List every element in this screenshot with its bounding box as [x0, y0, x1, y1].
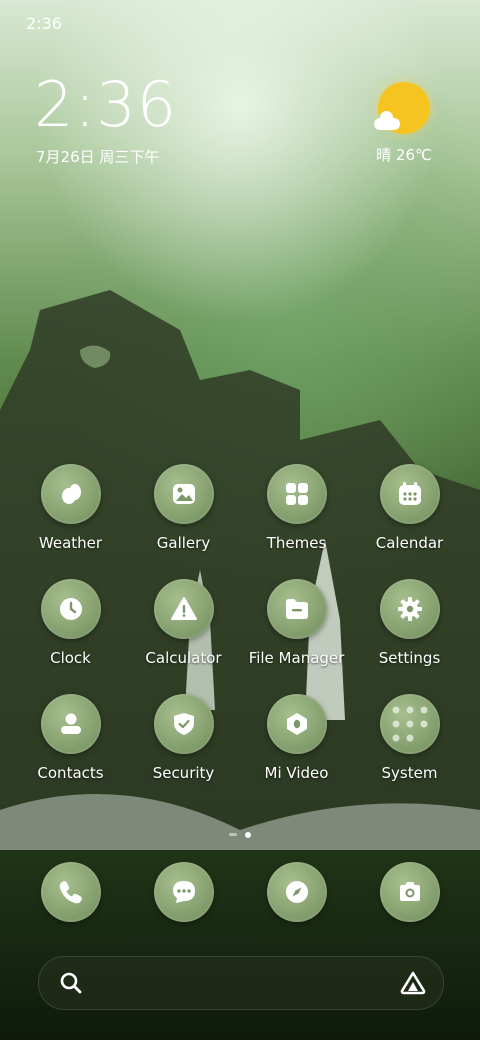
page-indicator-active — [245, 832, 251, 838]
app-file-manager[interactable]: File Manager — [240, 579, 353, 667]
settings-icon — [379, 579, 440, 639]
app-vault-icon[interactable] — [399, 970, 427, 1000]
camera-icon — [379, 862, 440, 922]
sun-cloud-icon — [374, 82, 430, 134]
messages-icon — [153, 862, 214, 922]
app-grid-row: Clock Calculator File Manager Settings — [0, 579, 480, 667]
calculator-icon — [153, 579, 214, 639]
dock-browser[interactable] — [240, 862, 353, 922]
app-label: Clock — [50, 649, 91, 667]
app-label: Themes — [266, 534, 327, 552]
security-icon — [153, 694, 214, 754]
themes-icon — [266, 464, 327, 524]
app-settings[interactable]: Settings — [353, 579, 466, 667]
search-icon[interactable] — [59, 971, 83, 999]
weather-widget[interactable]: 晴 26℃ — [364, 82, 444, 165]
app-grid: Weather Gallery Themes Calendar Clock Ca… — [0, 464, 480, 809]
system-folder-icon — [379, 694, 440, 754]
app-label: Security — [152, 764, 215, 782]
dock-camera[interactable] — [353, 862, 466, 922]
calendar-icon — [379, 464, 440, 524]
app-label: Settings — [378, 649, 441, 667]
dock — [0, 862, 480, 922]
app-contacts[interactable]: Contacts — [14, 694, 127, 782]
app-grid-row: Weather Gallery Themes Calendar — [0, 464, 480, 552]
app-system-folder[interactable]: System — [353, 694, 466, 782]
app-calendar[interactable]: Calendar — [353, 464, 466, 552]
file-manager-icon — [266, 579, 327, 639]
search-bar[interactable] — [38, 956, 444, 1010]
app-label: Mi Video — [264, 764, 329, 782]
clock-widget-date: 7月26日 周三下午 — [36, 148, 160, 166]
dock-messages[interactable] — [127, 862, 240, 922]
clock-icon — [40, 579, 101, 639]
app-security[interactable]: Security — [127, 694, 240, 782]
app-calculator[interactable]: Calculator — [127, 579, 240, 667]
mi-video-icon — [266, 694, 327, 754]
app-label: Calculator — [145, 649, 222, 667]
phone-icon — [40, 862, 101, 922]
weather-temperature: 晴 26℃ — [376, 146, 432, 164]
app-label: System — [381, 764, 438, 782]
gallery-icon — [153, 464, 214, 524]
status-bar-time: 2:36 — [26, 14, 62, 33]
app-gallery[interactable]: Gallery — [127, 464, 240, 552]
app-label: Calendar — [375, 534, 444, 552]
clock-widget-time[interactable]: 2:36 — [34, 74, 177, 136]
weather-icon — [40, 464, 101, 524]
app-label: File Manager — [248, 649, 345, 667]
page-indicator — [0, 832, 480, 838]
app-themes[interactable]: Themes — [240, 464, 353, 552]
app-clock[interactable]: Clock — [14, 579, 127, 667]
app-label: Contacts — [37, 764, 104, 782]
page-indicator-inactive — [229, 833, 237, 836]
app-label: Gallery — [156, 534, 211, 552]
app-mi-video[interactable]: Mi Video — [240, 694, 353, 782]
app-grid-row: Contacts Security Mi Video System — [0, 694, 480, 782]
browser-compass-icon — [266, 862, 327, 922]
app-weather[interactable]: Weather — [14, 464, 127, 552]
contacts-icon — [40, 694, 101, 754]
app-label: Weather — [38, 534, 103, 552]
dock-phone[interactable] — [14, 862, 127, 922]
